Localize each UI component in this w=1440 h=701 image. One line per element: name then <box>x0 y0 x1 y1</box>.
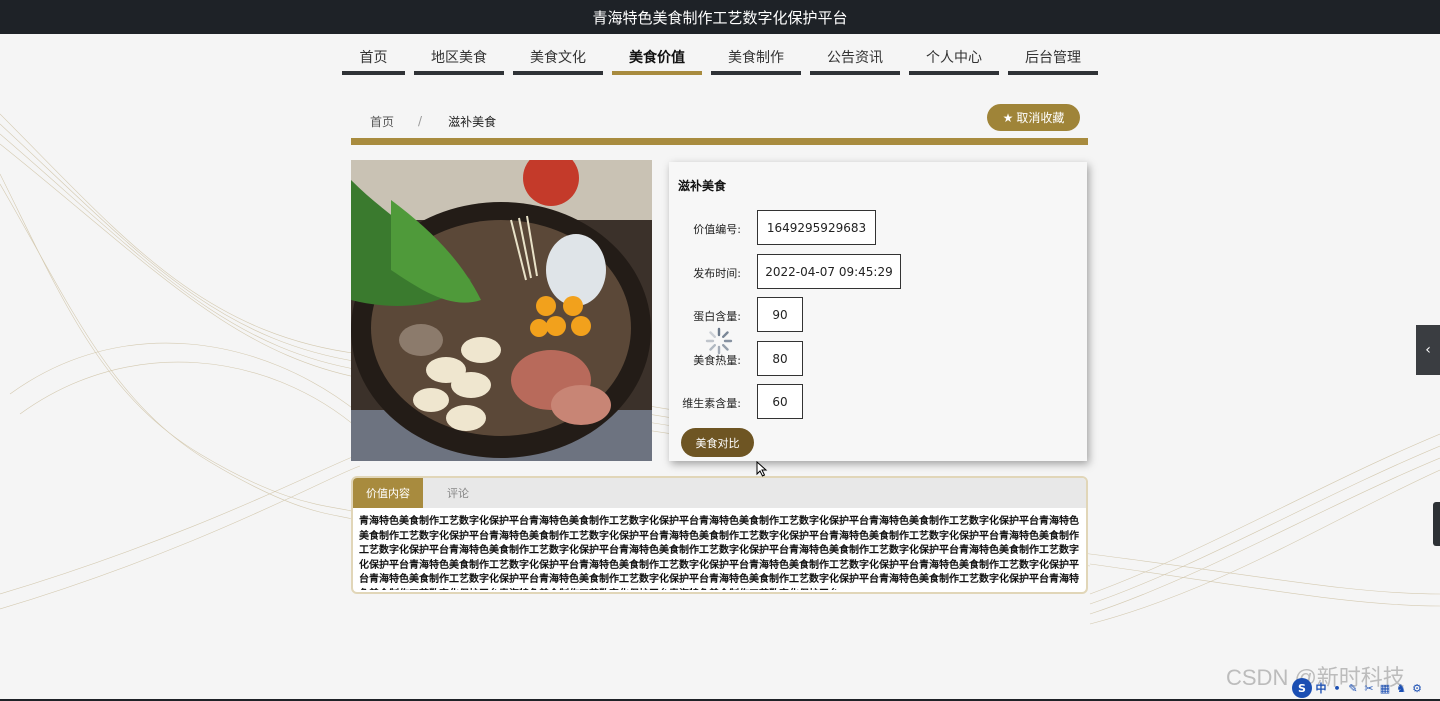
breadcrumb-divider <box>351 138 1088 145</box>
nav-item-announcements[interactable]: 公告资讯 <box>810 40 900 75</box>
keyboard-icon[interactable]: ▦ <box>1378 681 1392 695</box>
value-id-label: 价值编号: <box>693 223 741 236</box>
value-tabs-panel: 价值内容 评论 青海特色美食制作工艺数字化保护平台青海特色美食制作工艺数字化保护… <box>351 476 1088 594</box>
nav-item-food-value[interactable]: 美食价值 <box>612 40 702 75</box>
tab-value-content[interactable]: 价值内容 <box>353 478 423 508</box>
site-title: 青海特色美食制作工艺数字化保护平台 <box>592 8 848 27</box>
star-icon: ★ <box>1002 110 1014 125</box>
main-nav: 首页 地区美食 美食文化 美食价值 美食制作 公告资讯 个人中心 后台管理 <box>342 40 1098 76</box>
food-compare-button[interactable]: 美食对比 <box>681 428 754 457</box>
vitamin-field: 60 <box>757 384 803 419</box>
food-image <box>351 160 652 461</box>
ime-toolbar: S 中 • ✎ ✂ ▦ ♞ ⚙ <box>1292 678 1440 698</box>
publish-time-field: 2022-04-07 09:45:29 <box>757 254 901 289</box>
loading-spinner-icon <box>705 327 733 355</box>
gear-icon[interactable]: ⚙ <box>1410 681 1424 695</box>
breadcrumb-home-link[interactable]: 首页 <box>370 113 394 130</box>
protein-label: 蛋白含量: <box>693 310 741 323</box>
side-panel-toggle-button[interactable]: ‹ <box>1416 325 1440 375</box>
tab-comments[interactable]: 评论 <box>423 478 493 508</box>
value-content-text: 青海特色美食制作工艺数字化保护平台青海特色美食制作工艺数字化保护平台青海特色美食… <box>359 516 1079 590</box>
ime-mode-toggle[interactable]: 中 <box>1314 681 1328 695</box>
top-header-bar: 青海特色美食制作工艺数字化保护平台 <box>0 0 1440 34</box>
side-handle[interactable] <box>1433 502 1440 546</box>
nav-item-food-culture[interactable]: 美食文化 <box>513 40 603 75</box>
mouse-cursor-icon <box>756 461 768 477</box>
chevron-left-icon: ‹ <box>1425 342 1431 358</box>
breadcrumb-current: 滋补美食 <box>448 114 497 129</box>
calorie-field: 80 <box>757 341 803 376</box>
shirt-icon[interactable]: ♞ <box>1394 681 1408 695</box>
tab-bar: 价值内容 评论 <box>353 478 1086 508</box>
nav-item-personal-center[interactable]: 个人中心 <box>909 40 999 75</box>
nav-item-home[interactable]: 首页 <box>342 40 405 75</box>
breadcrumb: 首页 / 滋补美食 <box>351 104 1088 138</box>
food-detail-card: 滋补美食 价值编号: 1649295929683 发布时间: 2022-04-0… <box>669 162 1087 461</box>
pen-icon[interactable]: ✎ <box>1346 681 1360 695</box>
protein-field: 90 <box>757 297 803 332</box>
breadcrumb-separator: / <box>418 114 423 128</box>
cancel-favorite-button[interactable]: ★ 取消收藏 <box>987 104 1080 131</box>
publish-time-label: 发布时间: <box>693 267 741 280</box>
vitamin-label: 维生素含量: <box>682 397 741 410</box>
value-id-field: 1649295929683 <box>757 210 876 245</box>
scissors-icon[interactable]: ✂ <box>1362 681 1376 695</box>
food-title: 滋补美食 <box>678 179 727 193</box>
cancel-favorite-label: 取消收藏 <box>1016 111 1065 125</box>
nav-item-regional-food[interactable]: 地区美食 <box>414 40 504 75</box>
nav-item-food-making[interactable]: 美食制作 <box>711 40 801 75</box>
hotpot-illustration <box>351 160 652 461</box>
punctuation-icon[interactable]: • <box>1330 681 1344 695</box>
nav-item-admin[interactable]: 后台管理 <box>1008 40 1098 75</box>
ime-logo-icon[interactable]: S <box>1292 678 1312 698</box>
